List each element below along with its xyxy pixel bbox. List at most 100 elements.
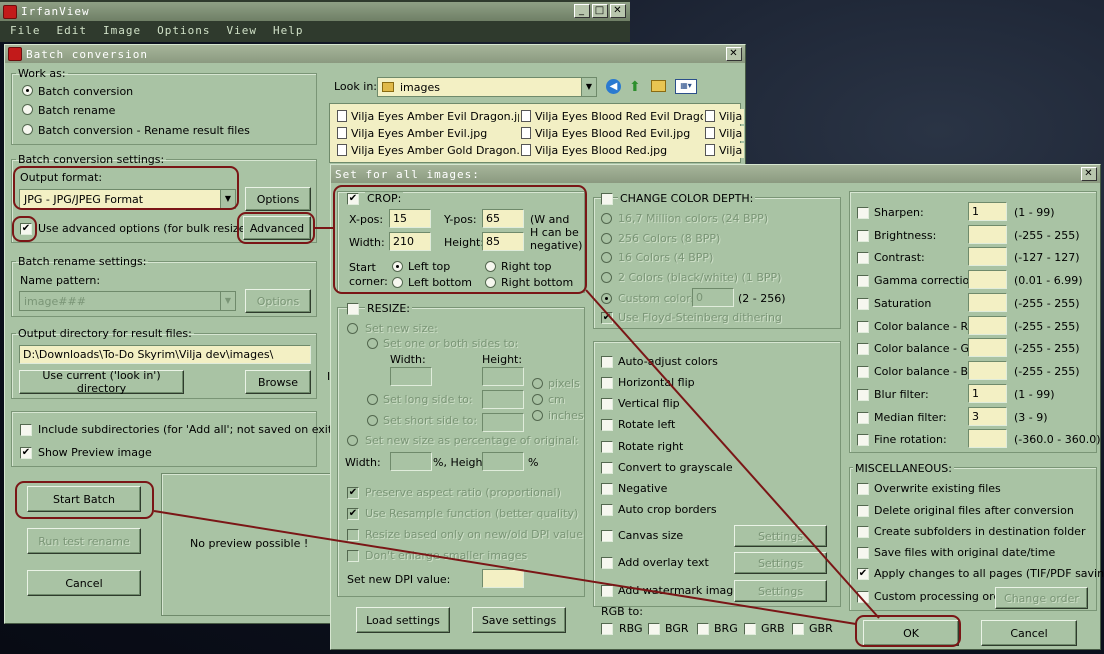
batch-close-button[interactable]: ✕ [726, 47, 742, 61]
preserve-aspect-checkbox[interactable]: ✔ [347, 487, 359, 499]
run-test-rename-button[interactable]: Run test rename [27, 528, 141, 554]
minimize-button[interactable]: _ [574, 4, 590, 18]
radio-one-or-both[interactable] [367, 338, 378, 349]
canvas-size-checkbox[interactable] [601, 530, 613, 542]
custom-order-checkbox[interactable] [857, 591, 869, 603]
canvas-settings-button[interactable]: Settings [734, 525, 827, 547]
change-order-button[interactable]: Change order [995, 587, 1088, 609]
radio-pixels[interactable] [532, 378, 543, 389]
file-item[interactable]: Vilja Eyes Amber Gold Dragon.jpg [335, 143, 539, 158]
saturation-checkbox[interactable] [857, 298, 869, 310]
vertical-flip-checkbox[interactable] [601, 398, 613, 410]
original-date-checkbox[interactable] [857, 547, 869, 559]
file-item[interactable]: Vilja Eyes Amber Evil Dragon.jpg [335, 109, 534, 124]
negative-checkbox[interactable] [601, 483, 613, 495]
menu-file[interactable]: File [10, 24, 41, 37]
rgb-rbg-checkbox[interactable] [601, 623, 613, 635]
rgb-brg-checkbox[interactable] [697, 623, 709, 635]
custom-colors-input[interactable]: 0 [692, 288, 734, 307]
radio-batch-conv-rename[interactable] [22, 124, 33, 135]
grayscale-checkbox[interactable] [601, 462, 613, 474]
advanced-close-button[interactable]: ✕ [1081, 167, 1097, 181]
dont-enlarge-checkbox[interactable] [347, 550, 359, 562]
format-options-button[interactable]: Options [245, 187, 311, 211]
browse-button[interactable]: Browse [245, 370, 311, 394]
rgb-grb-checkbox[interactable] [744, 623, 756, 635]
load-settings-button[interactable]: Load settings [356, 607, 450, 633]
horizontal-flip-checkbox[interactable] [601, 377, 613, 389]
sharpen-checkbox[interactable] [857, 207, 869, 219]
rgb-gbr-checkbox[interactable] [792, 623, 804, 635]
cancel-button[interactable]: Cancel [981, 620, 1077, 646]
file-item[interactable]: Vilja Eyes Amber Evil.jpg [335, 126, 490, 141]
radio-cm[interactable] [532, 394, 543, 405]
dpi-resize-checkbox[interactable] [347, 529, 359, 541]
menu-options[interactable]: Options [157, 24, 210, 37]
file-item[interactable]: Vilja Eyes Blood Red.jpg [519, 143, 670, 158]
radio-percentage[interactable] [347, 435, 358, 446]
rgb-bgr-checkbox[interactable] [648, 623, 660, 635]
radio-inches[interactable] [532, 410, 543, 421]
overlay-text-checkbox[interactable] [601, 557, 613, 569]
fine-rotation-checkbox[interactable] [857, 434, 869, 446]
new-folder-icon[interactable] [651, 80, 666, 92]
delete-originals-checkbox[interactable] [857, 505, 869, 517]
fine-rotation-input[interactable] [968, 429, 1007, 448]
auto-adjust-checkbox[interactable] [601, 356, 613, 368]
up-folder-icon[interactable]: ⬆ [629, 79, 641, 95]
rotate-right-checkbox[interactable] [601, 441, 613, 453]
file-item[interactable]: Vilja [703, 109, 745, 124]
gamma-correction-input[interactable] [968, 270, 1007, 289]
file-item[interactable]: Vilja [703, 126, 745, 141]
radio-4bpp[interactable] [601, 252, 612, 263]
all-pages-checkbox[interactable]: ✔ [857, 568, 869, 580]
resize-width-input[interactable] [390, 367, 432, 386]
radio-24bpp[interactable] [601, 213, 612, 224]
use-current-directory-button[interactable]: Use current ('look in') directory [19, 369, 184, 395]
color-balance-b-checkbox[interactable] [857, 366, 869, 378]
create-subfolders-checkbox[interactable] [857, 526, 869, 538]
resize-checkbox[interactable] [347, 303, 359, 315]
cancel-batch-button[interactable]: Cancel [27, 570, 141, 596]
file-item[interactable]: Vilja [703, 143, 745, 158]
name-pattern-select[interactable]: image### ▼ [19, 291, 236, 311]
blur-filter-checkbox[interactable] [857, 389, 869, 401]
color-depth-checkbox[interactable] [601, 193, 613, 205]
dithering-checkbox[interactable]: ✔ [601, 312, 613, 324]
file-item[interactable]: Vilja Eyes Blood Red Evil.jpg [519, 126, 693, 141]
saturation-input[interactable] [968, 293, 1007, 312]
resize-height-input[interactable] [482, 367, 524, 386]
sharpen-input[interactable]: 1 [968, 202, 1007, 221]
menu-help[interactable]: Help [273, 24, 304, 37]
resample-checkbox[interactable]: ✔ [347, 508, 359, 520]
contrast-checkbox[interactable] [857, 252, 869, 264]
look-in-select[interactable]: images ▼ [377, 77, 597, 97]
color-balance-g-input[interactable] [968, 338, 1007, 357]
output-directory-input[interactable]: D:\Downloads\To-Do Skyrim\Vilja dev\imag… [19, 345, 311, 364]
long-side-input[interactable] [482, 390, 524, 409]
watermark-checkbox[interactable] [601, 585, 613, 597]
menu-image[interactable]: Image [103, 24, 141, 37]
watermark-settings-button[interactable]: Settings [734, 580, 827, 602]
radio-custom-colors[interactable] [601, 293, 612, 304]
pct-height-input[interactable] [482, 452, 524, 471]
back-icon[interactable]: ◀ [606, 79, 621, 94]
radio-batch-conversion[interactable] [22, 85, 33, 96]
radio-long-side[interactable] [367, 394, 378, 405]
brightness-input[interactable] [968, 225, 1007, 244]
median-filter-input[interactable]: 3 [968, 407, 1007, 426]
include-subdirectories-checkbox[interactable] [20, 424, 32, 436]
rename-options-button[interactable]: Options [245, 289, 311, 313]
radio-short-side[interactable] [367, 415, 378, 426]
overlay-settings-button[interactable]: Settings [734, 552, 827, 574]
overwrite-checkbox[interactable] [857, 483, 869, 495]
color-balance-r-checkbox[interactable] [857, 321, 869, 333]
menu-edit[interactable]: Edit [57, 24, 88, 37]
dpi-value-input[interactable] [482, 569, 524, 588]
color-balance-b-input[interactable] [968, 361, 1007, 380]
menu-view[interactable]: View [226, 24, 257, 37]
radio-1bpp[interactable] [601, 272, 612, 283]
close-button[interactable]: ✕ [610, 4, 626, 18]
rotate-left-checkbox[interactable] [601, 419, 613, 431]
auto-crop-checkbox[interactable] [601, 504, 613, 516]
